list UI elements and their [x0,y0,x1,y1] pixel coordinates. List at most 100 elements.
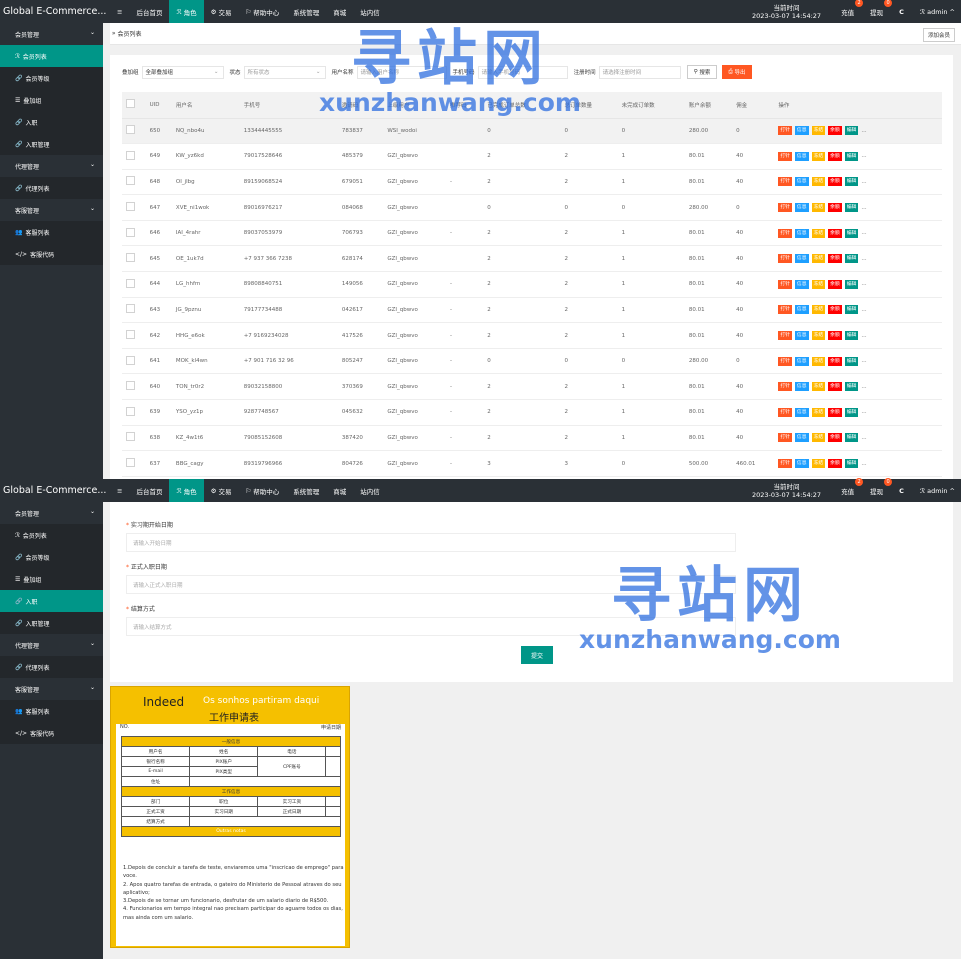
row-action-button[interactable]: 冻结 [811,382,826,392]
nav-mall[interactable]: 商城 [326,479,353,502]
row-action-button[interactable]: 编辑 [844,254,859,264]
withdraw-button[interactable]: 提现 0 [870,477,893,496]
row-checkbox[interactable] [126,330,135,340]
group-select[interactable]: 全部叠加组 ⌄ [141,65,224,79]
row-action-button[interactable]: 余额 [828,203,842,213]
phone-input[interactable]: 请输入手机号码 [477,65,568,79]
row-checkbox[interactable] [126,227,135,237]
sidebar-item[interactable]: ☰ 叠加组 [0,568,103,590]
more-icon[interactable]: ... [861,230,866,236]
more-icon[interactable]: ... [861,205,866,211]
row-checkbox[interactable] [126,202,135,212]
sidebar-item[interactable]: 🔗 代理列表 [0,656,103,678]
internship-start-input[interactable]: 请输入开始日期 [126,533,736,552]
sidebar-group[interactable]: 代理管理 ⌄ [0,155,103,177]
row-action-button[interactable]: 信息 [794,433,809,443]
sidebar-group[interactable]: 会员管理 ⌄ [0,502,103,524]
more-icon[interactable]: ... [861,435,866,441]
row-action-button[interactable]: 编辑 [844,331,859,341]
row-action-button[interactable]: 余额 [828,459,842,469]
row-checkbox[interactable] [126,458,135,468]
row-action-button[interactable]: 打针 [778,331,792,341]
row-checkbox[interactable] [126,355,135,365]
select-all-checkbox[interactable] [126,99,135,109]
row-action-button[interactable]: 冻结 [811,433,826,443]
row-action-button[interactable]: 编辑 [844,459,859,469]
sidebar-group[interactable]: 会员管理 ⌄ [0,23,103,45]
row-action-button[interactable]: 冻结 [811,331,826,341]
sidebar-group[interactable]: 代理管理 ⌄ [0,634,103,656]
row-action-button[interactable]: 余额 [828,433,842,443]
row-checkbox[interactable] [126,278,135,288]
row-action-button[interactable]: 冻结 [811,254,826,264]
nav-home[interactable]: 后台首页 [129,479,169,502]
row-action-button[interactable]: 编辑 [844,177,859,187]
more-icon[interactable]: ... [861,307,866,313]
sidebar-item[interactable]: 🔗 入职管理 [0,133,103,155]
row-action-button[interactable]: 余额 [828,382,842,392]
more-icon[interactable]: ... [861,128,866,134]
row-action-button[interactable]: 余额 [828,407,842,417]
more-icon[interactable]: ... [861,358,866,364]
recharge-button[interactable]: 充值 2 [841,0,864,17]
row-action-button[interactable]: 冻结 [811,407,826,417]
withdraw-button[interactable]: 提现 0 [870,0,893,17]
row-action-button[interactable]: 编辑 [844,433,859,443]
nav-messages[interactable]: 站内信 [353,479,387,502]
row-action-button[interactable]: 编辑 [844,279,859,289]
sidebar-item[interactable]: ☰ 叠加组 [0,89,103,111]
search-button[interactable]: ⚲ 搜索 [686,65,718,79]
nav-menu-toggle[interactable]: ≡ [110,0,129,23]
sidebar-item[interactable]: 🔗 入职 [0,111,103,133]
row-checkbox[interactable] [126,381,135,391]
sidebar-item[interactable]: 🔗 入职管理 [0,612,103,634]
row-action-button[interactable]: 余额 [828,305,842,315]
row-action-button[interactable]: 打针 [778,228,792,238]
row-action-button[interactable]: 信息 [794,356,809,366]
row-action-button[interactable]: 余额 [828,356,842,366]
reg-date-input[interactable]: 请选择注册时间 [598,65,681,79]
row-checkbox[interactable] [126,304,135,314]
nav-trade[interactable]: ⚙ 交易 [204,0,239,23]
more-icon[interactable]: ... [861,409,866,415]
row-action-button[interactable]: 余额 [828,151,842,161]
row-action-button[interactable]: 冻结 [811,459,826,469]
row-action-button[interactable]: 信息 [794,177,809,187]
sidebar-item[interactable]: </> 客服代码 [0,243,103,265]
sidebar-item[interactable]: ℛ 会员列表 [0,45,103,67]
sidebar-item[interactable]: 🔗 入职 [0,590,103,612]
row-action-button[interactable]: 编辑 [844,356,859,366]
row-action-button[interactable]: 冻结 [811,203,826,213]
sidebar-group[interactable]: 客服管理 ⌄ [0,199,103,221]
row-checkbox[interactable] [126,150,135,160]
row-checkbox[interactable] [126,125,135,135]
row-action-button[interactable]: 余额 [828,177,842,187]
submit-button[interactable]: 提交 [521,646,553,664]
nav-help[interactable]: ⚐ 帮助中心 [238,479,286,502]
row-checkbox[interactable] [126,253,135,263]
row-action-button[interactable]: 冻结 [811,151,826,161]
nav-role[interactable]: ℛ 角色 [169,0,204,23]
row-action-button[interactable]: 编辑 [844,151,859,161]
more-icon[interactable]: ... [861,384,866,390]
sidebar-item[interactable]: 👥 客服列表 [0,221,103,243]
sidebar-item[interactable]: ℛ 会员列表 [0,524,103,546]
row-checkbox[interactable] [126,406,135,416]
row-action-button[interactable]: 冻结 [811,228,826,238]
sidebar-item[interactable]: 🔗 会员等级 [0,67,103,89]
row-action-button[interactable]: 打针 [778,305,792,315]
select-all-header[interactable] [122,92,146,119]
row-action-button[interactable]: 打针 [778,356,792,366]
row-action-button[interactable]: 余额 [828,279,842,289]
row-action-button[interactable]: 信息 [794,331,809,341]
row-action-button[interactable]: 打针 [778,151,792,161]
row-action-button[interactable]: 信息 [794,228,809,238]
user-menu[interactable]: ℛ admin ^ [920,487,955,495]
row-action-button[interactable]: 打针 [778,433,792,443]
row-action-button[interactable]: 打针 [778,459,792,469]
row-action-button[interactable]: 冻结 [811,305,826,315]
row-action-button[interactable]: 打针 [778,279,792,289]
row-action-button[interactable]: 信息 [794,305,809,315]
sidebar-item[interactable]: 🔗 会员等级 [0,546,103,568]
row-action-button[interactable]: 编辑 [844,305,859,315]
